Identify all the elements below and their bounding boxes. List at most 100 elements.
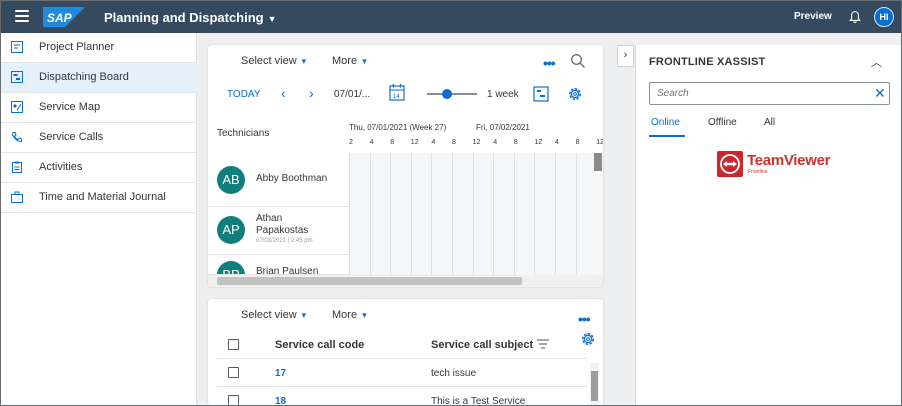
hour-tick-label: 12 — [472, 139, 481, 146]
day-header: Fri, 07/02/2021 — [476, 123, 530, 132]
filter-icon[interactable] — [537, 339, 549, 349]
gear-icon[interactable] — [566, 85, 584, 103]
technician-name: Athan — [256, 213, 283, 224]
teamviewer-subtitle: Frontline — [748, 169, 768, 175]
select-all-checkbox[interactable] — [228, 339, 239, 350]
calendar-icon[interactable]: 14 — [389, 83, 405, 101]
technician-row[interactable]: BP Brian Paulsen — [208, 255, 349, 275]
grid-line — [349, 153, 350, 275]
overflow-icon[interactable]: ••• — [543, 55, 556, 71]
chevron-down-icon: ▾ — [362, 310, 367, 320]
technician-name: Abby Boothman — [256, 173, 328, 184]
range-label: 1 week — [487, 89, 519, 100]
next-arrow-icon[interactable]: › — [309, 85, 314, 101]
technician-name-line2: Papakostas — [256, 225, 309, 236]
app-title-menu[interactable]: Planning and Dispatching ▼ — [104, 10, 277, 25]
more-label: More — [332, 309, 358, 321]
frontline-xassist-panel: FRONTLINE XASSIST ︿ ✕ Online Offline All… — [635, 45, 901, 405]
search-input[interactable] — [657, 86, 857, 101]
phone-icon — [11, 132, 23, 142]
service-call-code-link[interactable]: 17 — [275, 368, 286, 379]
nav-item-label: Time and Material Journal — [39, 191, 166, 203]
grid-line — [555, 153, 556, 275]
chevron-up-icon[interactable]: ︿ — [871, 54, 882, 70]
brand-text: SAP — [47, 11, 73, 25]
technician-row[interactable]: AB Abby Boothman — [208, 153, 349, 207]
select-view-dropdown[interactable]: Select view ▾ — [241, 55, 306, 67]
clear-icon[interactable]: ✕ — [874, 85, 886, 102]
select-view-dropdown[interactable]: Select view ▾ — [241, 309, 306, 321]
technician-name: Brian Paulsen — [256, 266, 319, 275]
nav-item-project-planner[interactable]: Project Planner — [1, 33, 197, 63]
nav-item-label: Project Planner — [39, 41, 115, 53]
grid-line — [390, 153, 392, 275]
scrollbar-thumb[interactable] — [594, 153, 602, 171]
app-title: Planning and Dispatching — [104, 10, 264, 25]
tab-all[interactable]: All — [764, 117, 775, 128]
column-header-subject[interactable]: Service call subject — [431, 339, 533, 351]
scrollbar-thumb[interactable] — [217, 277, 522, 285]
bell-icon[interactable] — [848, 10, 862, 24]
technicians-header: Technicians — [217, 128, 270, 139]
hour-tick-label: 8 — [575, 139, 580, 146]
hour-tick-label: 8 — [390, 139, 395, 146]
hour-tick-label: 8 — [513, 139, 518, 146]
tab-selection-indicator — [649, 135, 685, 137]
more-dropdown[interactable]: More ▾ — [332, 309, 367, 321]
nav-item-dispatching-board[interactable]: Dispatching Board — [1, 63, 197, 93]
column-header-code[interactable]: Service call code — [275, 339, 364, 351]
previous-arrow-icon[interactable]: ‹ — [281, 85, 286, 101]
hour-tick-label: 12 — [410, 139, 419, 146]
clipboard-icon — [12, 161, 22, 173]
grid-line — [493, 153, 495, 275]
teamviewer-frontline-item[interactable]: TeamViewer Frontline — [717, 151, 830, 179]
app-frame: SAP Planning and Dispatching ▼ Preview HI… — [0, 0, 902, 406]
day-header: Thu, 07/01/2021 (Week 27) — [349, 123, 447, 132]
row-checkbox[interactable] — [228, 367, 239, 378]
nav-item-activities[interactable]: Activities — [1, 153, 197, 183]
date-field[interactable]: 07/01/... — [334, 89, 370, 100]
chevron-down-icon: ▾ — [301, 310, 307, 320]
service-call-code-link[interactable]: 18 — [275, 396, 286, 405]
nav-item-service-calls[interactable]: Service Calls — [1, 123, 197, 153]
preview-button[interactable]: Preview — [794, 11, 832, 22]
vertical-scrollbar[interactable] — [593, 153, 603, 275]
technician-avatar: BP — [217, 261, 245, 274]
schedule-grid[interactable] — [349, 153, 603, 275]
hour-tick-label: 4 — [369, 139, 374, 146]
zoom-slider[interactable] — [427, 89, 477, 99]
nav-item-label: Service Calls — [39, 131, 104, 143]
hamburger-menu-icon[interactable] — [15, 10, 29, 22]
technician-row[interactable]: AP Athan Papakostas 07/03/2021 | 2:45 pm — [208, 207, 349, 255]
overflow-icon[interactable]: ••• — [578, 311, 591, 327]
select-view-label: Select view — [241, 55, 297, 67]
caret-down-icon: ▼ — [267, 14, 277, 24]
grid-line — [431, 153, 433, 275]
briefcase-icon — [11, 191, 23, 203]
divider — [217, 386, 587, 387]
hour-tick-label: 2 — [349, 139, 353, 146]
vertical-scrollbar[interactable] — [590, 363, 599, 405]
zoom-slider-handle[interactable] — [442, 89, 452, 99]
search-icon[interactable] — [570, 53, 586, 69]
nav-item-service-map[interactable]: Service Map — [1, 93, 197, 123]
tab-online[interactable]: Online — [651, 117, 680, 128]
chevron-down-icon: ▾ — [362, 56, 367, 66]
tab-offline[interactable]: Offline — [708, 117, 737, 128]
gear-icon[interactable] — [579, 330, 597, 348]
user-avatar[interactable]: HI — [874, 7, 894, 27]
chart-view-icon[interactable] — [533, 86, 549, 102]
nav-item-time-and-material-journal[interactable]: Time and Material Journal — [1, 183, 197, 213]
scrollbar-thumb[interactable] — [591, 371, 598, 401]
horizontal-scrollbar[interactable] — [208, 275, 603, 287]
row-checkbox[interactable] — [228, 395, 239, 405]
panel-title: FRONTLINE XASSIST — [649, 56, 766, 68]
grid-line — [534, 153, 536, 275]
technician-avatar: AP — [217, 216, 245, 244]
today-button[interactable]: TODAY — [227, 89, 261, 100]
dispatching-board-card: Select view ▾ More ▾ ••• TODAY ‹ › 07/01/.… — [208, 45, 603, 287]
collapse-panel-button[interactable]: › — [617, 45, 634, 67]
more-dropdown[interactable]: More ▾ — [332, 55, 367, 67]
technician-avatar: AB — [217, 166, 245, 194]
search-field[interactable]: ✕ — [649, 82, 890, 105]
